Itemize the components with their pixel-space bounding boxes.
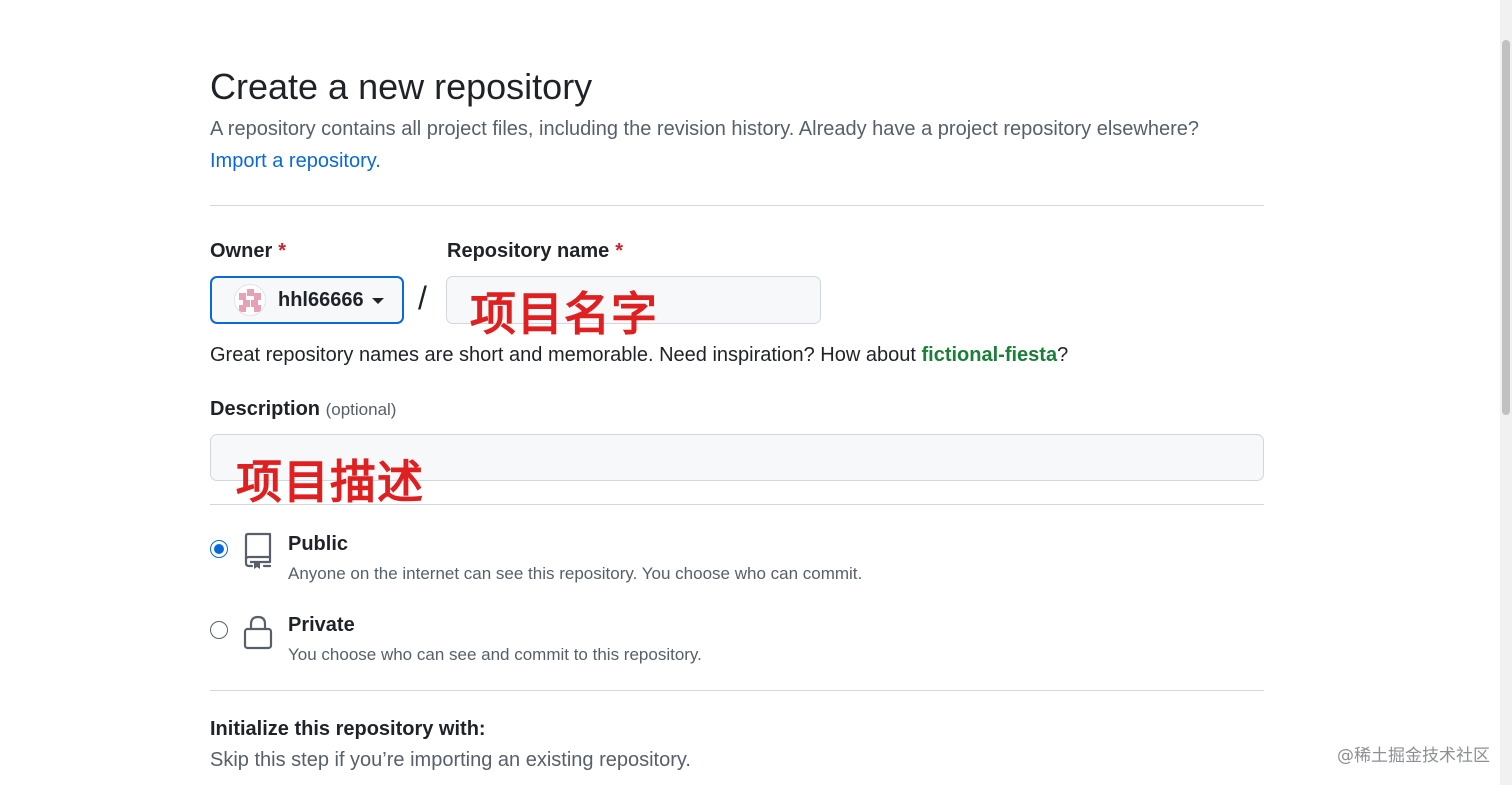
repo-name-annotation: 项目名字 [470,287,658,341]
page-title: Create a new repository [210,66,593,107]
owner-select[interactable]: hhl66666 [210,276,404,324]
repo-name-label-text: Repository name [447,240,610,262]
scrollbar-thumb[interactable] [1502,40,1510,415]
public-description: Anyone on the internet can see this repo… [288,564,863,583]
divider [210,504,1264,505]
owner-repo-separator: / [418,280,427,316]
avatar [234,284,266,316]
public-radio[interactable] [210,540,228,558]
watermark: @稀土掘金技术社区 [1337,746,1490,766]
repo-icon [244,532,272,569]
repo-name-label: Repository name * [447,240,623,263]
hint-text: Great repository names are short and mem… [210,344,922,366]
initialize-title: Initialize this repository with: [210,718,486,740]
hint-suffix: ? [1057,344,1069,366]
name-suggestion[interactable]: fictional-fiesta [921,344,1057,366]
required-mark: * [615,240,624,262]
description-annotation: 项目描述 [236,455,424,509]
public-title: Public [288,533,349,555]
owner-label: Owner * [210,240,286,263]
divider [210,205,1264,206]
description-label-text: Description [210,398,321,420]
private-description: You choose who can see and commit to thi… [288,645,702,664]
description-label: Description (optional) [210,398,396,421]
caret-down-icon [371,298,384,304]
name-hint: Great repository names are short and mem… [210,344,1068,367]
optional-tag: (optional) [325,400,397,419]
lock-icon [243,615,273,650]
private-radio[interactable] [210,621,228,639]
owner-name: hhl66666 [278,288,364,311]
initialize-description: Skip this step if you’re importing an ex… [210,749,691,771]
private-title: Private [288,614,355,636]
required-mark: * [278,240,287,262]
owner-label-text: Owner [210,240,273,262]
import-repository-link[interactable]: Import a repository. [210,150,381,173]
divider [210,690,1264,691]
page-subtitle: A repository contains all project files,… [210,118,1200,140]
page-scrollbar[interactable] [1500,0,1512,785]
